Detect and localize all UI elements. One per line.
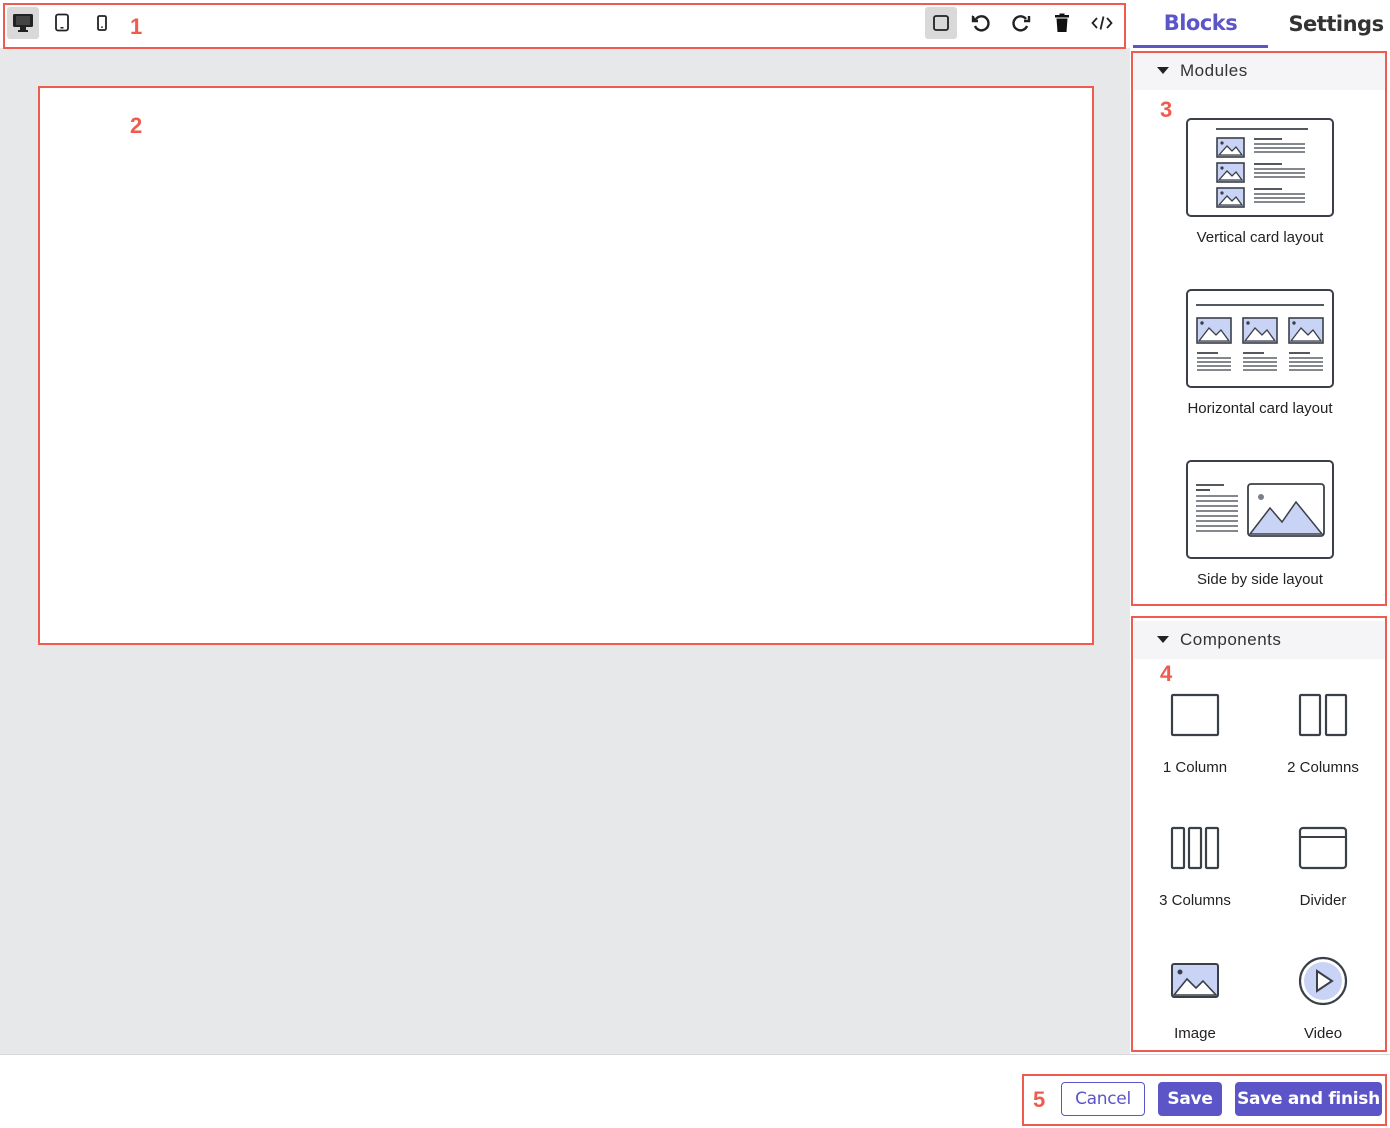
component-label: 3 Columns [1159, 892, 1231, 909]
mobile-view-button[interactable] [86, 7, 118, 39]
module-horizontal-card-layout[interactable]: Horizontal card layout [1134, 289, 1386, 417]
email-canvas-dropzone[interactable] [40, 88, 1092, 643]
component-divider[interactable]: Divider [1259, 818, 1387, 909]
redo-button[interactable] [1005, 7, 1037, 39]
components-section-header[interactable]: Components [1134, 621, 1386, 659]
tab-settings[interactable]: Settings [1275, 0, 1390, 48]
delete-button[interactable] [1046, 7, 1078, 39]
modules-section-title: Modules [1180, 61, 1248, 80]
outline-toggle-button[interactable] [925, 7, 957, 39]
three-columns-icon [1165, 818, 1225, 878]
desktop-view-button[interactable] [7, 7, 39, 39]
annotation-number: 4 [1160, 661, 1173, 686]
redo-icon [1012, 15, 1031, 32]
component-label: Divider [1299, 892, 1347, 909]
module-side-by-side-layout[interactable]: Side by side layout [1134, 460, 1386, 588]
horizontal-card-layout-icon [1186, 289, 1334, 388]
image-icon [1165, 951, 1225, 1011]
component-label: Image [1174, 1025, 1216, 1042]
trash-icon [1055, 13, 1069, 32]
annotation-number: 1 [130, 14, 143, 39]
editor-toolbar [0, 0, 1130, 48]
one-column-icon [1165, 685, 1225, 745]
two-columns-icon [1293, 685, 1353, 745]
components-section-title: Components [1180, 630, 1282, 649]
save-and-finish-button[interactable]: Save and finish [1235, 1082, 1382, 1116]
undo-button[interactable] [965, 7, 997, 39]
side-by-side-layout-icon [1186, 460, 1334, 559]
component-two-columns[interactable]: 2 Columns [1259, 685, 1387, 776]
component-video[interactable]: Video [1259, 951, 1387, 1042]
component-image[interactable]: Image [1131, 951, 1259, 1042]
mobile-icon [97, 15, 107, 31]
code-view-button[interactable] [1086, 7, 1118, 39]
component-one-column[interactable]: 1 Column [1131, 685, 1259, 776]
square-outline-icon [933, 15, 949, 31]
annotation-number: 5 [1033, 1087, 1046, 1112]
module-label: Horizontal card layout [1187, 400, 1333, 417]
tab-blocks[interactable]: Blocks [1133, 0, 1268, 48]
video-play-icon [1293, 951, 1353, 1011]
module-label: Side by side layout [1197, 571, 1323, 588]
cancel-button[interactable]: Cancel [1061, 1082, 1145, 1116]
module-label: Vertical card layout [1196, 229, 1324, 246]
divider-icon [1293, 818, 1353, 878]
email-editor: Blocks Settings Modules Vertical card la… [0, 0, 1390, 1128]
annotation-number: 3 [1160, 97, 1173, 122]
component-label: Video [1303, 1025, 1343, 1042]
tablet-view-button[interactable] [46, 7, 78, 39]
desktop-icon [13, 14, 33, 32]
annotation-number: 2 [130, 113, 143, 138]
component-three-columns[interactable]: 3 Columns [1131, 818, 1259, 909]
blocks-panel: Blocks Settings Modules Vertical card la… [1130, 0, 1390, 1054]
component-label: 2 Columns [1287, 759, 1359, 776]
undo-icon [971, 15, 990, 32]
save-button[interactable]: Save [1158, 1082, 1222, 1116]
tablet-icon [55, 13, 69, 32]
component-label: 1 Column [1162, 759, 1228, 776]
code-icon [1091, 16, 1113, 30]
module-vertical-card-layout[interactable]: Vertical card layout [1134, 118, 1386, 246]
vertical-card-layout-icon [1186, 118, 1334, 217]
caret-down-icon [1157, 67, 1169, 74]
caret-down-icon [1157, 636, 1169, 643]
modules-section-header[interactable]: Modules [1134, 52, 1386, 90]
